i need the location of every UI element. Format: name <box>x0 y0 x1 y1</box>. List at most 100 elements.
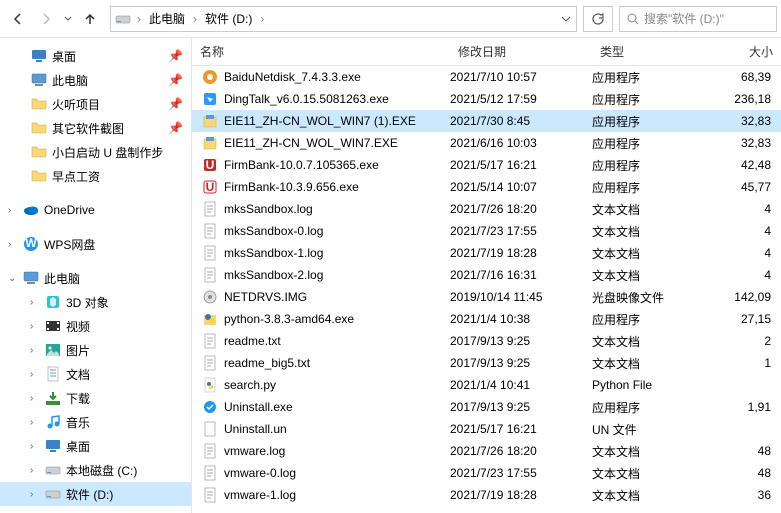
onedrive-icon <box>22 201 40 219</box>
file-type: 应用程序 <box>592 179 722 196</box>
expand-icon[interactable]: › <box>30 465 44 476</box>
tree-item[interactable]: ›文档 <box>0 362 191 386</box>
file-name: Uninstall.un <box>224 422 287 436</box>
file-icon <box>202 355 218 371</box>
tree-item[interactable]: 桌面📌 <box>0 44 191 68</box>
file-date: 2019/10/14 11:45 <box>450 290 592 304</box>
up-button[interactable] <box>76 5 104 33</box>
file-row[interactable]: mksSandbox.log 2021/7/26 18:20 文本文档 4 <box>192 198 781 220</box>
file-row[interactable]: mksSandbox-0.log 2021/7/23 17:55 文本文档 4 <box>192 220 781 242</box>
tree-label: 3D 对象 <box>66 294 109 311</box>
breadcrumb-segment[interactable]: 此电脑 <box>143 8 191 29</box>
file-row[interactable]: Uninstall.exe 2017/9/13 9:25 应用程序 1,91 <box>192 396 781 418</box>
file-row[interactable]: vmware.log 2021/7/26 18:20 文本文档 48 <box>192 440 781 462</box>
navigation-tree: 桌面📌此电脑📌火听项目📌其它软件截图📌小白启动 U 盘制作步早点工资›OneDr… <box>0 38 192 513</box>
search-input[interactable]: 搜索"软件 (D:)" <box>619 6 777 32</box>
col-name[interactable]: 名称 <box>192 43 450 60</box>
file-row[interactable]: readme.txt 2017/9/13 9:25 文本文档 2 <box>192 330 781 352</box>
file-date: 2021/5/14 10:07 <box>450 180 592 194</box>
file-row[interactable]: EIE11_ZH-CN_WOL_WIN7.EXE 2021/6/16 10:03… <box>192 132 781 154</box>
forward-button[interactable] <box>32 5 60 33</box>
chevron-right-icon[interactable]: › <box>191 12 199 26</box>
file-row[interactable]: mksSandbox-2.log 2021/7/16 16:31 文本文档 4 <box>192 264 781 286</box>
back-button[interactable] <box>4 5 32 33</box>
file-icon <box>202 179 218 195</box>
file-type: Python File <box>592 378 722 392</box>
col-date[interactable]: 修改日期 <box>450 43 592 60</box>
file-row[interactable]: DingTalk_v6.0.15.5081263.exe 2021/5/12 1… <box>192 88 781 110</box>
file-type: 应用程序 <box>592 311 722 328</box>
file-row[interactable]: EIE11_ZH-CN_WOL_WIN7 (1).EXE 2021/7/30 8… <box>192 110 781 132</box>
file-size: 48 <box>722 444 781 458</box>
expand-icon[interactable]: › <box>30 297 44 308</box>
column-headers: 名称 修改日期 类型 大小 <box>192 38 781 66</box>
tree-item[interactable]: 小白启动 U 盘制作步 <box>0 140 191 164</box>
file-size: 42,48 <box>722 158 781 172</box>
file-icon <box>202 289 218 305</box>
refresh-button[interactable] <box>583 6 613 32</box>
tree-label: OneDrive <box>44 203 95 217</box>
file-type: 应用程序 <box>592 135 722 152</box>
file-row[interactable]: Uninstall.un 2021/5/17 16:21 UN 文件 <box>192 418 781 440</box>
tree-item-wps[interactable]: ›WPS网盘 <box>0 232 191 256</box>
tree-item[interactable]: 其它软件截图📌 <box>0 116 191 140</box>
tree-item[interactable]: ›软件 (D:) <box>0 482 191 506</box>
tree-item[interactable]: ›图片 <box>0 338 191 362</box>
tree-item[interactable]: 此电脑📌 <box>0 68 191 92</box>
breadcrumb-segment[interactable]: 软件 (D:) <box>199 8 258 29</box>
tree-item-onedrive[interactable]: › OneDrive <box>0 198 191 222</box>
file-row[interactable]: vmware-1.log 2021/7/19 18:28 文本文档 36 <box>192 484 781 506</box>
file-row[interactable]: mksSandbox-1.log 2021/7/19 18:28 文本文档 4 <box>192 242 781 264</box>
expand-icon[interactable]: › <box>30 489 44 500</box>
expand-icon[interactable]: › <box>30 345 44 356</box>
chevron-right-icon[interactable]: › <box>135 12 143 26</box>
file-row[interactable]: FirmBank-10.3.9.656.exe 2021/5/14 10:07 … <box>192 176 781 198</box>
file-row[interactable]: search.py 2021/1/4 10:41 Python File <box>192 374 781 396</box>
col-size[interactable]: 大小 <box>722 43 781 60</box>
file-date: 2021/5/12 17:59 <box>450 92 592 106</box>
tree-item[interactable]: ›视频 <box>0 314 191 338</box>
tree-item-thispc[interactable]: ⌄此电脑 <box>0 266 191 290</box>
breadcrumb[interactable]: › 此电脑 › 软件 (D:) › <box>110 6 577 32</box>
tree-item[interactable]: 早点工资 <box>0 164 191 188</box>
pin-icon: 📌 <box>168 73 191 87</box>
dropdown-icon[interactable] <box>560 13 572 25</box>
tree-item[interactable]: › 3D 对象 <box>0 290 191 314</box>
tree-item[interactable]: ›桌面 <box>0 434 191 458</box>
tree-label: 桌面 <box>52 48 76 65</box>
file-row[interactable]: BaiduNetdisk_7.4.3.3.exe 2021/7/10 10:57… <box>192 66 781 88</box>
file-icon <box>202 421 218 437</box>
file-date: 2021/7/23 17:55 <box>450 466 592 480</box>
chevron-right-icon[interactable]: › <box>258 12 266 26</box>
search-placeholder: 搜索"软件 (D:)" <box>644 10 724 27</box>
file-row[interactable]: readme_big5.txt 2017/9/13 9:25 文本文档 1 <box>192 352 781 374</box>
file-row[interactable]: NETDRVS.IMG 2019/10/14 11:45 光盘映像文件 142,… <box>192 286 781 308</box>
expand-icon[interactable]: › <box>30 417 44 428</box>
file-icon <box>202 135 218 151</box>
file-date: 2017/9/13 9:25 <box>450 400 592 414</box>
file-name: mksSandbox-0.log <box>224 224 323 238</box>
file-row[interactable]: vmware-0.log 2021/7/23 17:55 文本文档 48 <box>192 462 781 484</box>
tree-item[interactable]: ›下载 <box>0 386 191 410</box>
file-size: 4 <box>722 224 781 238</box>
file-row[interactable]: FirmBank-10.0.7.105365.exe 2021/5/17 16:… <box>192 154 781 176</box>
pc-icon <box>22 269 40 287</box>
collapse-icon[interactable]: ⌄ <box>8 273 22 284</box>
expand-icon[interactable]: › <box>30 369 44 380</box>
tree-item[interactable]: ›本地磁盘 (C:) <box>0 458 191 482</box>
expand-icon[interactable]: › <box>8 239 22 250</box>
expand-icon[interactable]: › <box>30 393 44 404</box>
expand-icon[interactable]: › <box>8 205 22 216</box>
file-row[interactable]: python-3.8.3-amd64.exe 2021/1/4 10:38 应用… <box>192 308 781 330</box>
file-list[interactable]: BaiduNetdisk_7.4.3.3.exe 2021/7/10 10:57… <box>192 66 781 513</box>
col-type[interactable]: 类型 <box>592 43 722 60</box>
tree-item[interactable]: ›音乐 <box>0 410 191 434</box>
file-date: 2021/7/16 16:31 <box>450 268 592 282</box>
file-size: 68,39 <box>722 70 781 84</box>
tree-item[interactable]: 火听项目📌 <box>0 92 191 116</box>
history-dropdown[interactable] <box>60 14 76 24</box>
file-icon <box>202 157 218 173</box>
file-type: 文本文档 <box>592 223 722 240</box>
expand-icon[interactable]: › <box>30 321 44 332</box>
expand-icon[interactable]: › <box>30 441 44 452</box>
